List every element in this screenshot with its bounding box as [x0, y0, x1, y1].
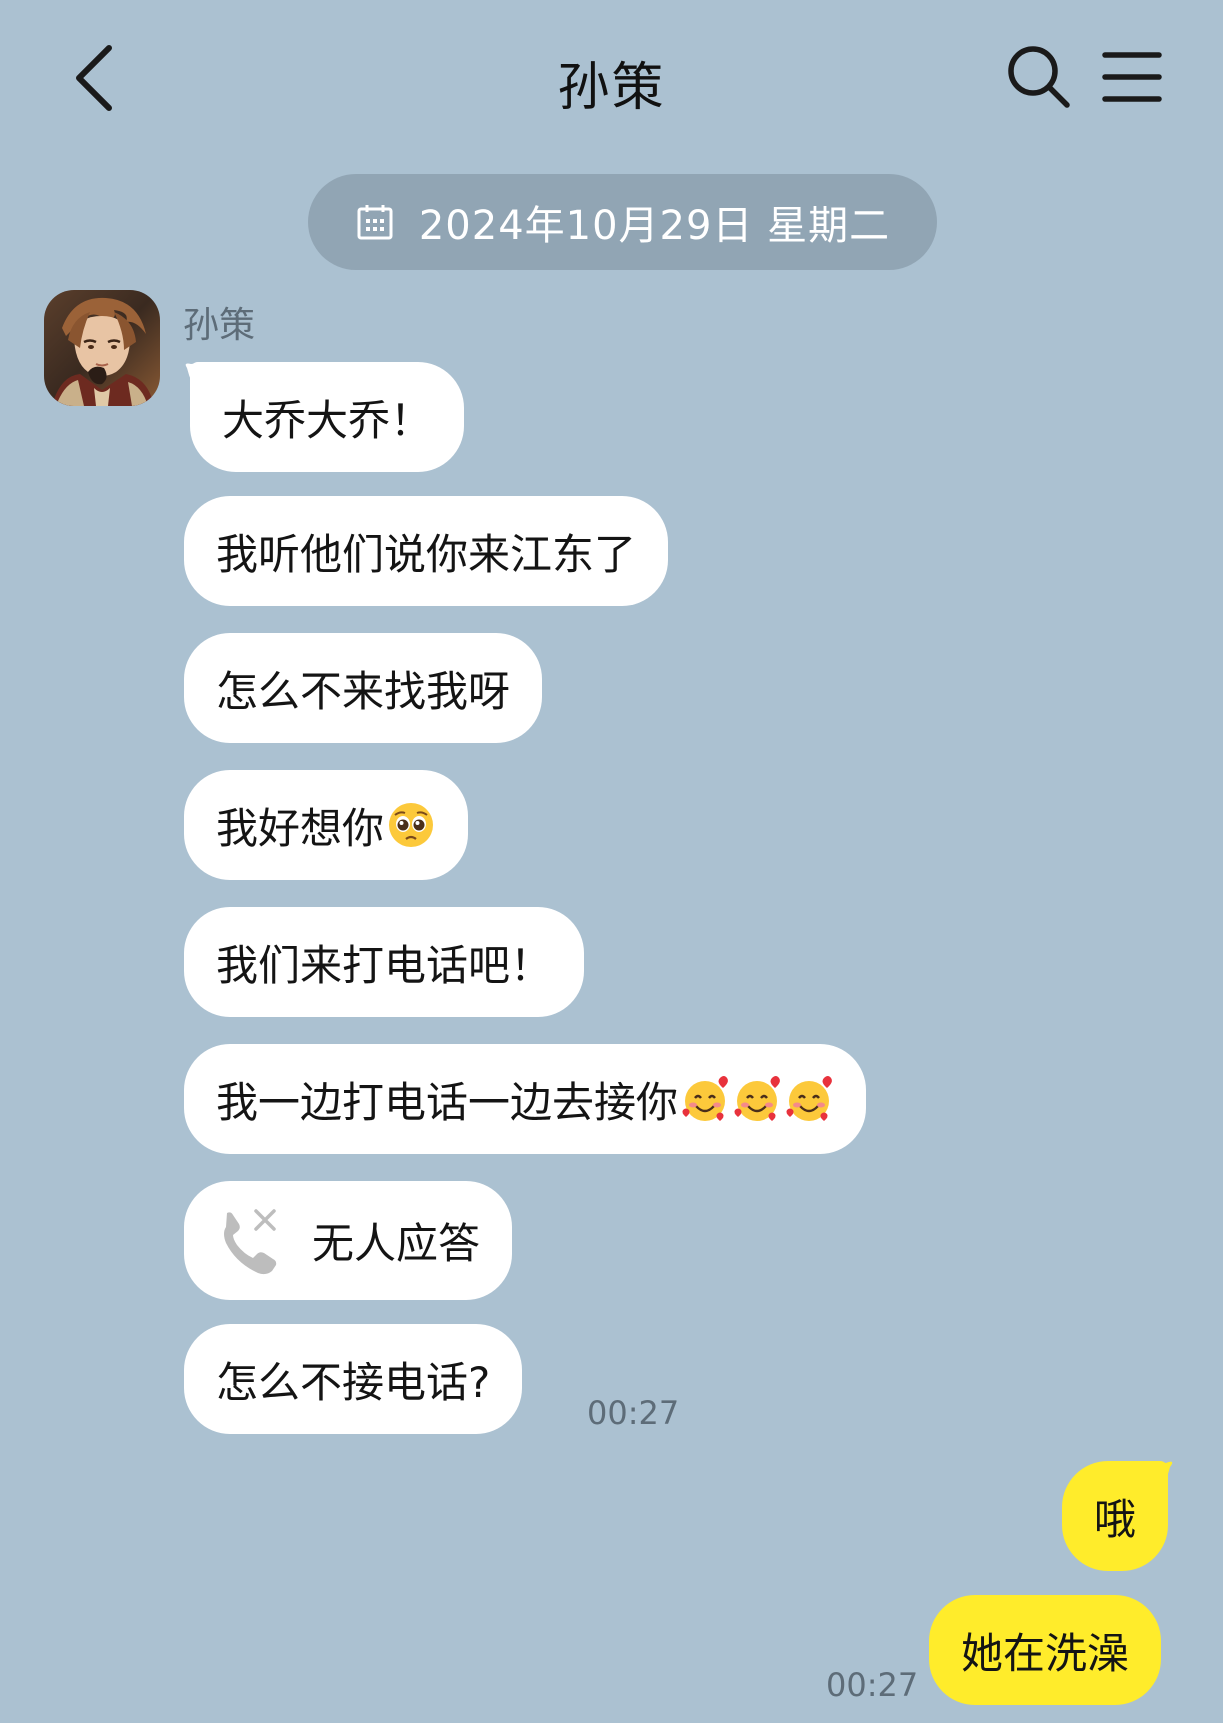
message-bubble[interactable]: 我听他们说你来江东了	[184, 496, 669, 606]
message-text: 我一边打电话一边去接你	[216, 1077, 679, 1127]
message-bubble[interactable]: 我们来打电话吧！	[184, 907, 585, 1017]
message-timestamp: 00:27	[826, 1666, 919, 1704]
date-divider: 2024年10月29日 星期二	[308, 174, 937, 270]
smiling-face-with-hearts-icon	[784, 1074, 834, 1124]
avatar[interactable]	[44, 290, 160, 406]
sender-name: 孙策	[183, 305, 256, 346]
message-text: 怎么不接电话?	[216, 1357, 491, 1407]
message-bubble[interactable]: 怎么不接电话?	[184, 1324, 523, 1434]
pleading-face-icon	[386, 800, 436, 850]
message-bubble[interactable]: 大乔大乔！	[190, 362, 465, 472]
date-text: 2024年10月29日 星期二	[418, 203, 891, 249]
message-bubble[interactable]: 怎么不来找我呀	[184, 633, 543, 743]
message-text: 怎么不来找我呀	[216, 666, 511, 716]
menu-icon	[1102, 52, 1162, 102]
message-text: 我好想你	[216, 803, 385, 853]
menu-button[interactable]	[1096, 42, 1168, 112]
message-text: 哦	[1094, 1494, 1137, 1544]
calendar-icon	[355, 202, 395, 242]
sent-message-bubble[interactable]: 她在洗澡	[929, 1595, 1162, 1705]
message-timestamp: 00:27	[587, 1394, 680, 1432]
message-bubble[interactable]: 我一边打电话一边去接你	[184, 1044, 867, 1154]
missed-call-icon	[216, 1205, 284, 1277]
missed-call-text: 无人应答	[312, 1219, 481, 1268]
sent-message-bubble[interactable]: 哦	[1062, 1461, 1168, 1571]
missed-call-bubble[interactable]: 无人应答	[184, 1181, 513, 1300]
search-icon	[1008, 46, 1070, 108]
message-text: 我听他们说你来江东了	[216, 529, 637, 579]
search-button[interactable]	[1002, 40, 1076, 114]
message-bubble[interactable]: 我好想你	[184, 770, 469, 880]
smiling-face-with-hearts-icon	[732, 1074, 782, 1124]
chat-header: 孙策	[0, 0, 1223, 160]
smiling-face-with-hearts-icon	[680, 1074, 730, 1124]
message-text: 大乔大乔！	[222, 395, 433, 445]
message-text: 我们来打电话吧！	[216, 940, 553, 990]
message-text: 她在洗澡	[961, 1628, 1130, 1678]
